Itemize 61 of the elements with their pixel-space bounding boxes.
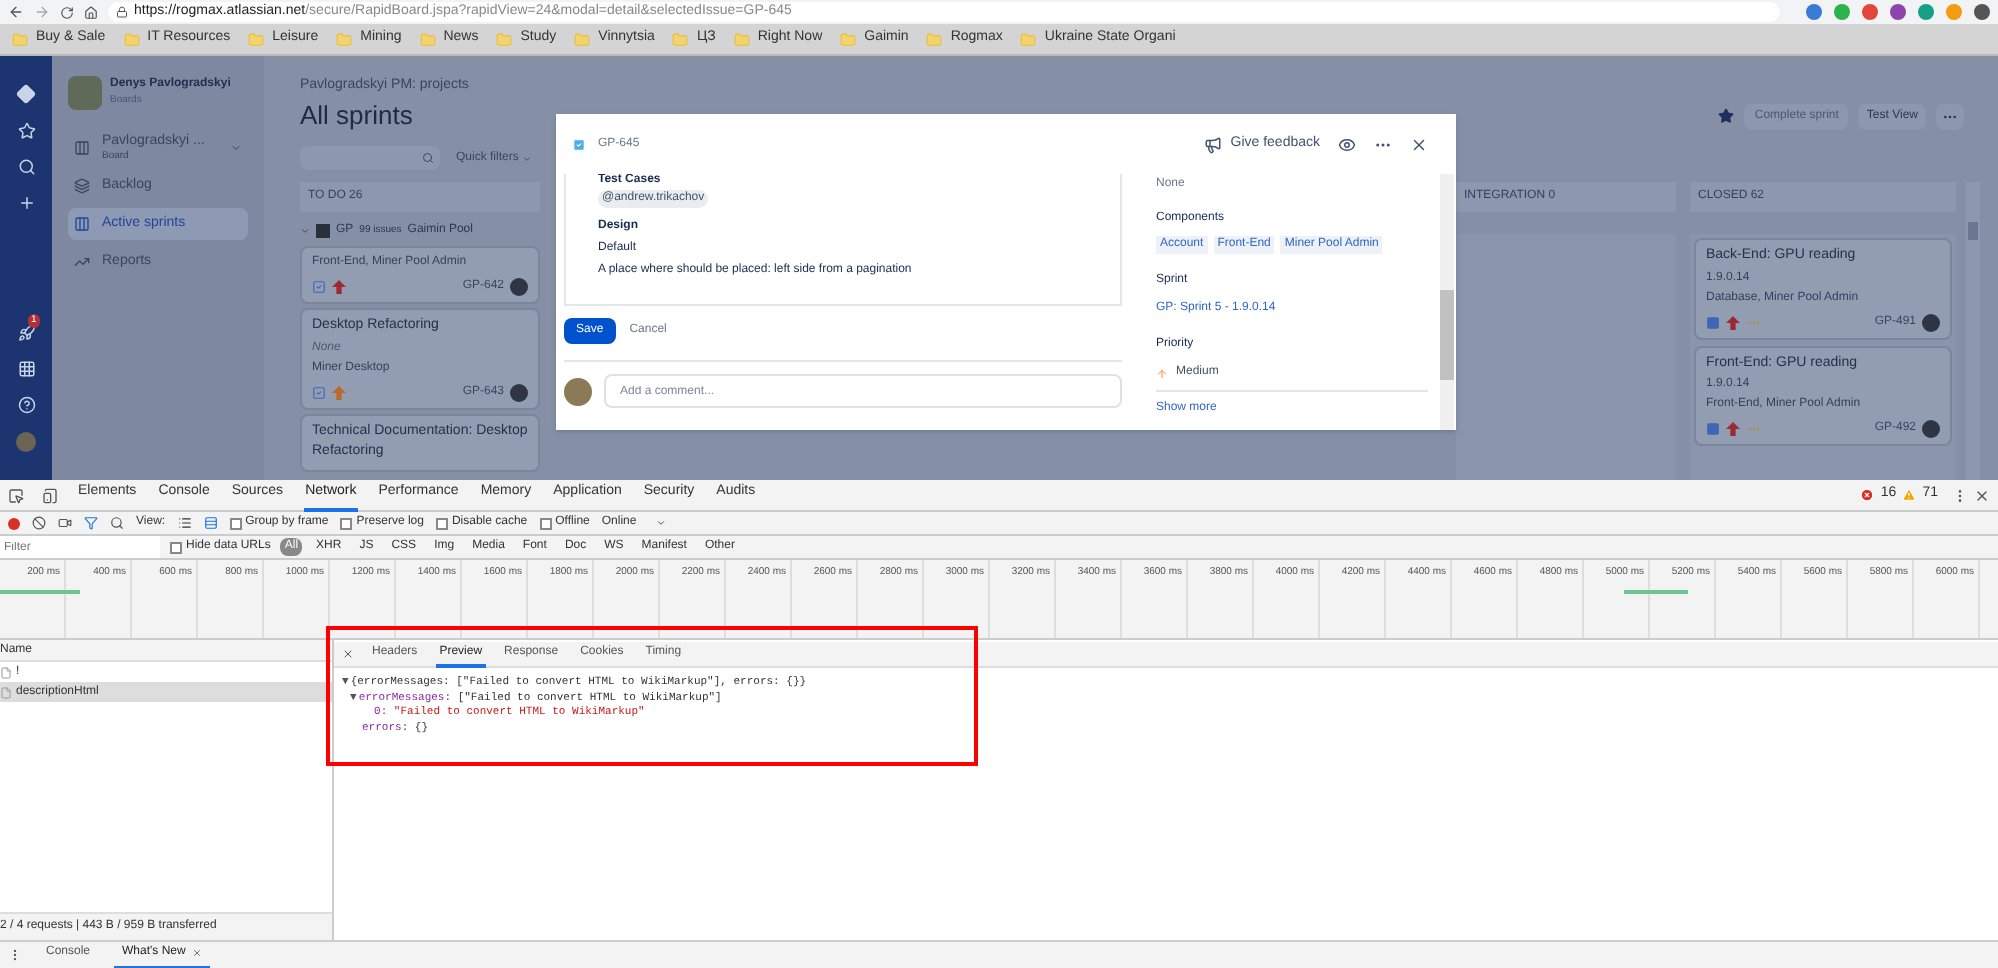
folder-icon	[1020, 31, 1037, 47]
waterfall-view-icon[interactable]	[203, 516, 218, 530]
timeline-bar	[1624, 590, 1688, 594]
scrollbar[interactable]	[1440, 174, 1454, 430]
priority-icon	[1156, 367, 1168, 379]
folder-icon	[12, 31, 28, 47]
logo-icon[interactable]	[16, 84, 36, 104]
avatar	[1922, 313, 1940, 331]
clear-icon[interactable]	[32, 516, 46, 530]
star-icon[interactable]	[1718, 108, 1735, 124]
back-icon[interactable]	[8, 4, 24, 20]
chevron-down-icon	[522, 153, 533, 163]
search-field[interactable]	[300, 146, 440, 170]
avatar	[68, 76, 102, 110]
menu-icon[interactable]	[8, 948, 22, 962]
file-icon	[0, 685, 12, 699]
search-icon	[422, 152, 434, 164]
folder-icon	[248, 31, 265, 47]
chevron-down-icon	[656, 518, 667, 528]
folder-icon	[926, 31, 943, 47]
apps-icon[interactable]	[17, 360, 35, 378]
project-avatar	[316, 224, 330, 238]
lock-icon	[116, 6, 128, 18]
inspect-icon[interactable]	[8, 487, 24, 503]
reload-icon[interactable]	[60, 5, 74, 19]
folder-icon	[574, 31, 591, 47]
avatar	[510, 278, 528, 296]
filter-icon[interactable]	[84, 516, 98, 530]
record-button[interactable]	[8, 517, 20, 529]
folder-icon	[496, 31, 513, 47]
folder-icon	[840, 31, 857, 47]
error-icon	[1860, 488, 1875, 502]
task-icon	[572, 137, 586, 151]
folder-icon	[672, 31, 689, 47]
warning-icon	[1902, 488, 1917, 502]
avatar	[564, 377, 592, 405]
close-icon[interactable]	[342, 648, 354, 660]
create-icon[interactable]	[17, 194, 35, 212]
megaphone-icon	[1204, 135, 1223, 153]
rocket-icon[interactable]	[17, 324, 35, 342]
avatar	[1922, 420, 1940, 438]
page-title: All sprints	[300, 98, 413, 135]
device-icon[interactable]	[42, 487, 58, 503]
list-view-icon[interactable]	[177, 516, 192, 530]
close-icon[interactable]	[1410, 135, 1428, 153]
avatar	[510, 383, 528, 401]
chevron-down-icon	[300, 226, 310, 236]
camera-icon[interactable]	[58, 516, 72, 530]
home-icon[interactable]	[84, 5, 98, 19]
close-icon[interactable]	[1974, 487, 1990, 503]
folder-icon	[419, 31, 436, 47]
search-icon[interactable]	[110, 516, 124, 530]
eye-icon[interactable]	[1338, 135, 1356, 153]
folder-icon	[123, 31, 140, 47]
scrollbar[interactable]	[1966, 182, 1980, 480]
folder-icon	[733, 31, 750, 47]
file-icon	[0, 665, 12, 679]
folder-icon	[336, 31, 353, 47]
chevron-down-icon	[230, 142, 242, 154]
timeline-bar	[0, 590, 80, 594]
help-icon[interactable]	[17, 396, 35, 414]
